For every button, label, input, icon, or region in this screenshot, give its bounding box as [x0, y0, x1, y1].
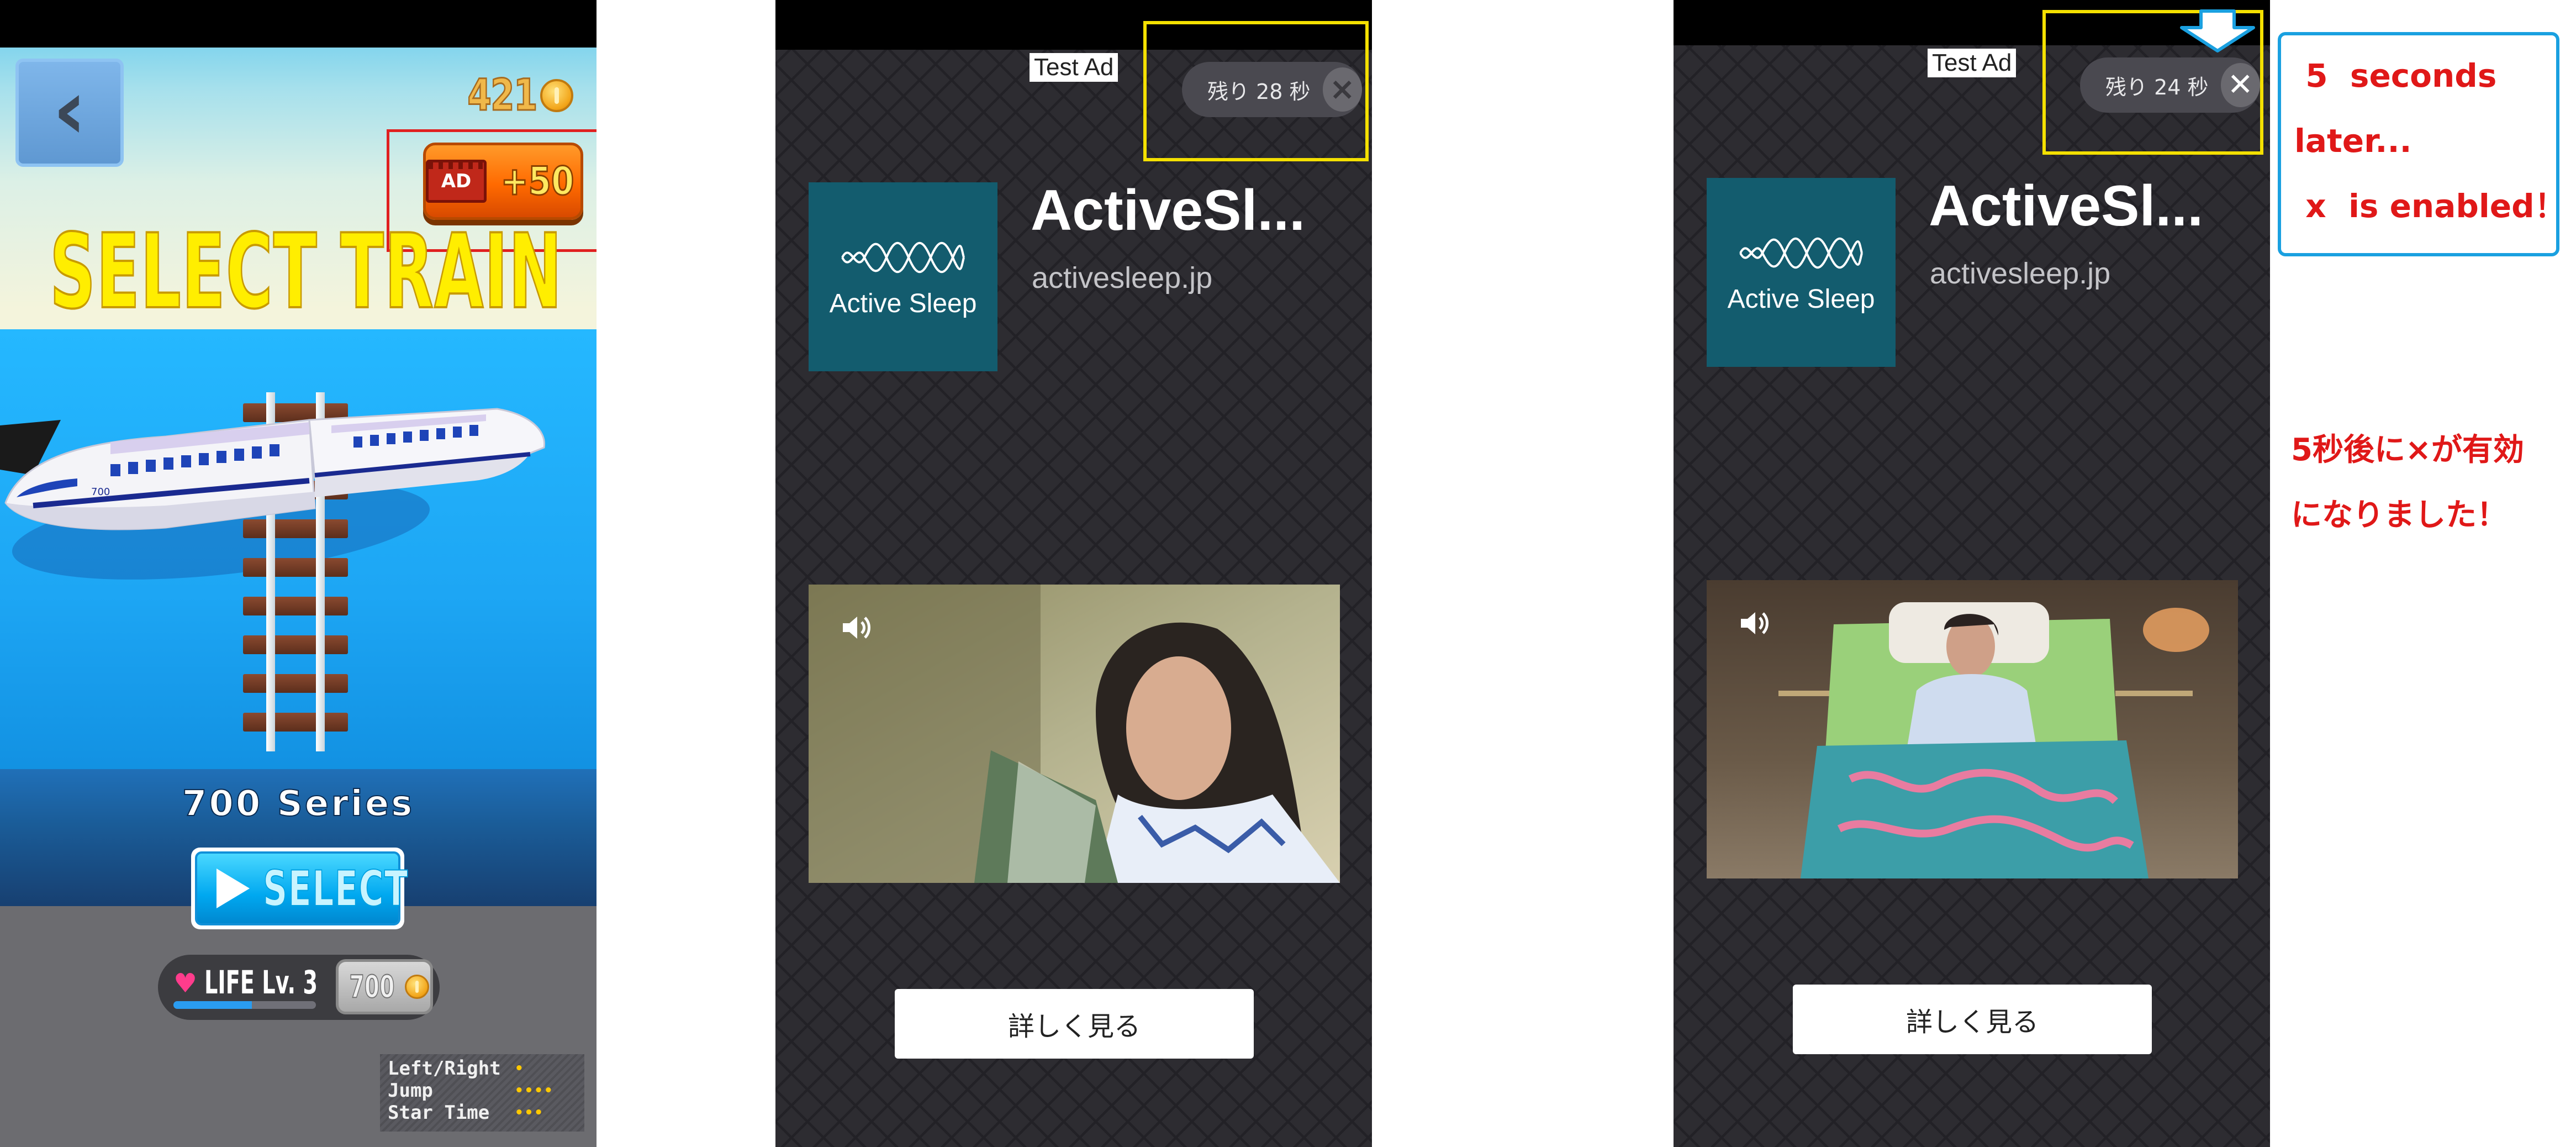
video-frame-bed: [1707, 580, 2238, 878]
game-screen: ‹ 421 AD +50 SELECT TRAIN 700 700 Series…: [0, 0, 597, 1147]
upgrade-cost-value: 700: [349, 969, 394, 1006]
life-progress-fill: [173, 1001, 252, 1009]
annotation-callout: 5 seconds later... x is enabled！: [2278, 32, 2567, 256]
heart-icon: ♥: [173, 968, 198, 999]
ad-video[interactable]: [1707, 580, 2238, 878]
select-button-face: SELECT: [195, 851, 409, 925]
help-row: Star Time •••: [388, 1102, 577, 1124]
track-tie: [243, 674, 348, 693]
select-button-label: SELECT: [262, 860, 409, 918]
ad-app-url[interactable]: activesleep.jp: [1930, 256, 2110, 291]
help-stars: •••: [515, 1104, 544, 1121]
coin-count-value: 421: [467, 70, 538, 122]
annotation-japanese: 5秒後に×が有効 になりました！: [2291, 418, 2524, 548]
life-level-label: LIFE Lv. 3: [204, 964, 318, 1001]
annotation-highlight-timer-before: [1143, 21, 1369, 161]
track-tie: [243, 635, 348, 654]
logo-text: Active Sleep: [829, 288, 977, 318]
controls-help-panel: Left/Right • Jump •••• Star Time •••: [380, 1054, 584, 1132]
ad-app-title[interactable]: ActiveSl...: [1031, 178, 1305, 244]
help-key: Jump: [388, 1080, 433, 1102]
interstitial-ad-before: Test Ad 残り 28 秒 × Active Sleep ActiveSl.…: [775, 0, 1372, 1147]
ad-app-url[interactable]: activesleep.jp: [1032, 261, 1212, 295]
help-key: Star Time: [388, 1102, 490, 1124]
chevron-left-icon: ‹: [52, 62, 87, 158]
back-button[interactable]: ‹: [15, 59, 124, 167]
help-row: Jump ••••: [388, 1080, 577, 1102]
learn-more-button[interactable]: 詳しく見る: [895, 989, 1254, 1059]
speaker-icon[interactable]: [838, 610, 874, 645]
train-livery-number: 700: [91, 486, 110, 498]
advertiser-logo[interactable]: Active Sleep: [1707, 178, 1896, 367]
select-train-button[interactable]: SELECT: [191, 848, 409, 929]
annotation-jp-line: になりました！: [2291, 497, 2508, 533]
page-title: SELECT TRAIN: [49, 212, 563, 332]
life-upgrade-button[interactable]: 700: [336, 959, 433, 1014]
life-progress-bar: [173, 1001, 316, 1009]
help-stars: •: [515, 1060, 525, 1077]
coin-icon: [540, 79, 573, 112]
track-tie: [243, 597, 348, 615]
speaker-icon[interactable]: [1736, 606, 1772, 641]
ad-app-title[interactable]: ActiveSl...: [1929, 173, 2203, 239]
annotation-line: later...: [2294, 122, 2412, 160]
life-upgrade-panel: ♥ LIFE Lv. 3 700: [158, 955, 440, 1020]
help-row: Left/Right •: [388, 1057, 577, 1080]
help-stars: ••••: [515, 1082, 554, 1099]
test-ad-label: Test Ad: [1928, 49, 2017, 77]
ad-video[interactable]: [809, 585, 1340, 883]
video-frame-reading: [809, 585, 1340, 883]
test-ad-label: Test Ad: [1030, 53, 1118, 82]
soundwave-icon: [1739, 237, 1863, 269]
play-icon: [217, 869, 250, 908]
learn-more-button[interactable]: 詳しく見る: [1793, 985, 2152, 1054]
arrow-down-icon: [2180, 9, 2255, 52]
interstitial-ad-after: Test Ad 残り 24 秒 ✕ Active Sleep ActiveSl.…: [1674, 0, 2270, 1147]
logo-text: Active Sleep: [1727, 284, 1875, 314]
train-name-label: 700 Series: [182, 783, 415, 825]
annotation-line: 5 seconds: [2294, 57, 2497, 94]
annotation-jp-line: 5秒後に×が有効: [2291, 432, 2524, 468]
soundwave-icon: [841, 241, 965, 273]
annotation-line: x is enabled！: [2294, 187, 2567, 225]
track-tie: [243, 713, 348, 732]
train-model[interactable]: 700: [0, 387, 547, 553]
advertiser-logo[interactable]: Active Sleep: [809, 182, 997, 371]
coin-icon: [405, 975, 430, 999]
status-bar: [0, 0, 597, 48]
help-key: Left/Right: [388, 1057, 501, 1080]
coin-counter: 421: [450, 70, 573, 122]
track-tie: [243, 558, 348, 577]
